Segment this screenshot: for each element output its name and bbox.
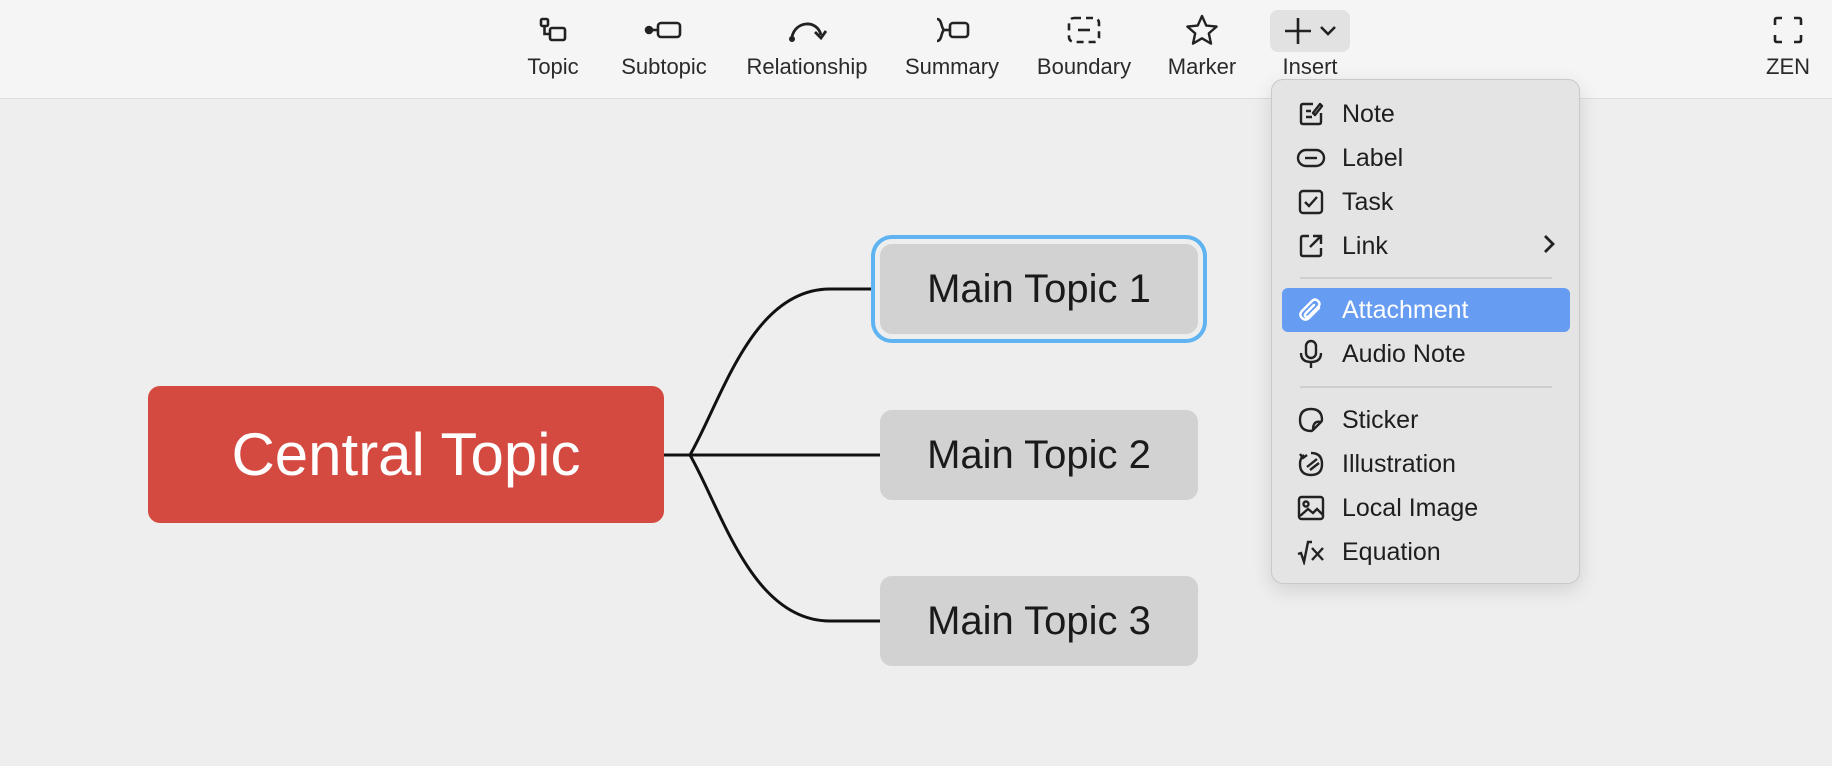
menu-item-note[interactable]: Note xyxy=(1282,92,1570,136)
menu-divider xyxy=(1300,277,1552,279)
equation-icon xyxy=(1294,535,1328,569)
menu-item-link[interactable]: Link xyxy=(1282,224,1570,268)
summary-button[interactable]: Summary xyxy=(902,0,1002,98)
menu-divider xyxy=(1300,386,1552,388)
insert-dropdown[interactable] xyxy=(1270,10,1350,52)
menu-label-attachment: Attachment xyxy=(1342,295,1469,324)
menu-item-task[interactable]: Task xyxy=(1282,180,1570,224)
boundary-label: Boundary xyxy=(1036,54,1132,79)
note-icon xyxy=(1294,97,1328,131)
menu-label-audio-note: Audio Note xyxy=(1342,339,1466,368)
main-topic-3[interactable]: Main Topic 3 xyxy=(880,576,1198,666)
insert-label: Insert xyxy=(1282,54,1338,79)
topic-icon xyxy=(531,12,575,48)
zen-label: ZEN xyxy=(1766,54,1810,79)
topic-button[interactable]: Topic xyxy=(518,0,588,98)
main-topic-2[interactable]: Main Topic 2 xyxy=(880,410,1198,500)
topic-label: Topic xyxy=(527,54,579,79)
menu-label-label: Label xyxy=(1342,143,1404,172)
paperclip-icon xyxy=(1294,293,1328,327)
menu-item-label[interactable]: Label xyxy=(1282,136,1570,180)
connector-main-topic-1 xyxy=(664,287,880,457)
chevron-right-icon xyxy=(1542,232,1556,263)
zen-button[interactable]: ZEN xyxy=(1760,0,1816,98)
boundary-button[interactable]: Boundary xyxy=(1034,0,1134,98)
subtopic-icon xyxy=(642,12,686,48)
image-icon xyxy=(1294,491,1328,525)
marker-button[interactable]: Marker xyxy=(1162,0,1242,98)
fullscreen-icon xyxy=(1766,12,1810,48)
menu-item-equation[interactable]: Equation xyxy=(1282,530,1570,574)
menu-item-illustration[interactable]: Illustration xyxy=(1282,442,1570,486)
menu-item-sticker[interactable]: Sticker xyxy=(1282,398,1570,442)
menu-label-link: Link xyxy=(1342,231,1388,260)
sticker-icon xyxy=(1294,403,1328,437)
star-icon xyxy=(1180,12,1224,48)
summary-label: Summary xyxy=(904,54,1000,79)
menu-item-attachment[interactable]: Attachment xyxy=(1282,288,1570,332)
menu-label-equation: Equation xyxy=(1342,537,1441,566)
menu-label-note: Note xyxy=(1342,99,1395,128)
boundary-icon xyxy=(1062,12,1106,48)
menu-label-local-image: Local Image xyxy=(1342,493,1479,522)
menu-label-illustration: Illustration xyxy=(1342,449,1456,478)
connector-main-topic-3 xyxy=(688,454,880,623)
menu-item-local-image[interactable]: Local Image xyxy=(1282,486,1570,530)
menu-item-audio-note[interactable]: Audio Note xyxy=(1282,332,1570,376)
menu-label-task: Task xyxy=(1342,187,1394,216)
insert-menu: Note Label Task Link Attachment Audio No… xyxy=(1271,79,1580,584)
relationship-button[interactable]: Relationship xyxy=(741,0,873,98)
subtopic-button[interactable]: Subtopic xyxy=(614,0,714,98)
link-icon xyxy=(1294,229,1328,263)
microphone-icon xyxy=(1294,337,1328,371)
illustration-icon xyxy=(1294,447,1328,481)
relationship-icon xyxy=(785,12,829,48)
label-icon xyxy=(1294,141,1328,175)
subtopic-label: Subtopic xyxy=(621,54,707,79)
plus-icon xyxy=(1285,18,1311,44)
summary-icon xyxy=(930,12,974,48)
relationship-label: Relationship xyxy=(746,54,868,79)
chevron-down-icon xyxy=(1320,26,1336,36)
central-topic[interactable]: Central Topic xyxy=(148,386,664,523)
marker-label: Marker xyxy=(1167,54,1237,79)
menu-label-sticker: Sticker xyxy=(1342,405,1419,434)
main-topic-1[interactable]: Main Topic 1 xyxy=(880,244,1198,334)
task-checkbox-icon xyxy=(1294,185,1328,219)
